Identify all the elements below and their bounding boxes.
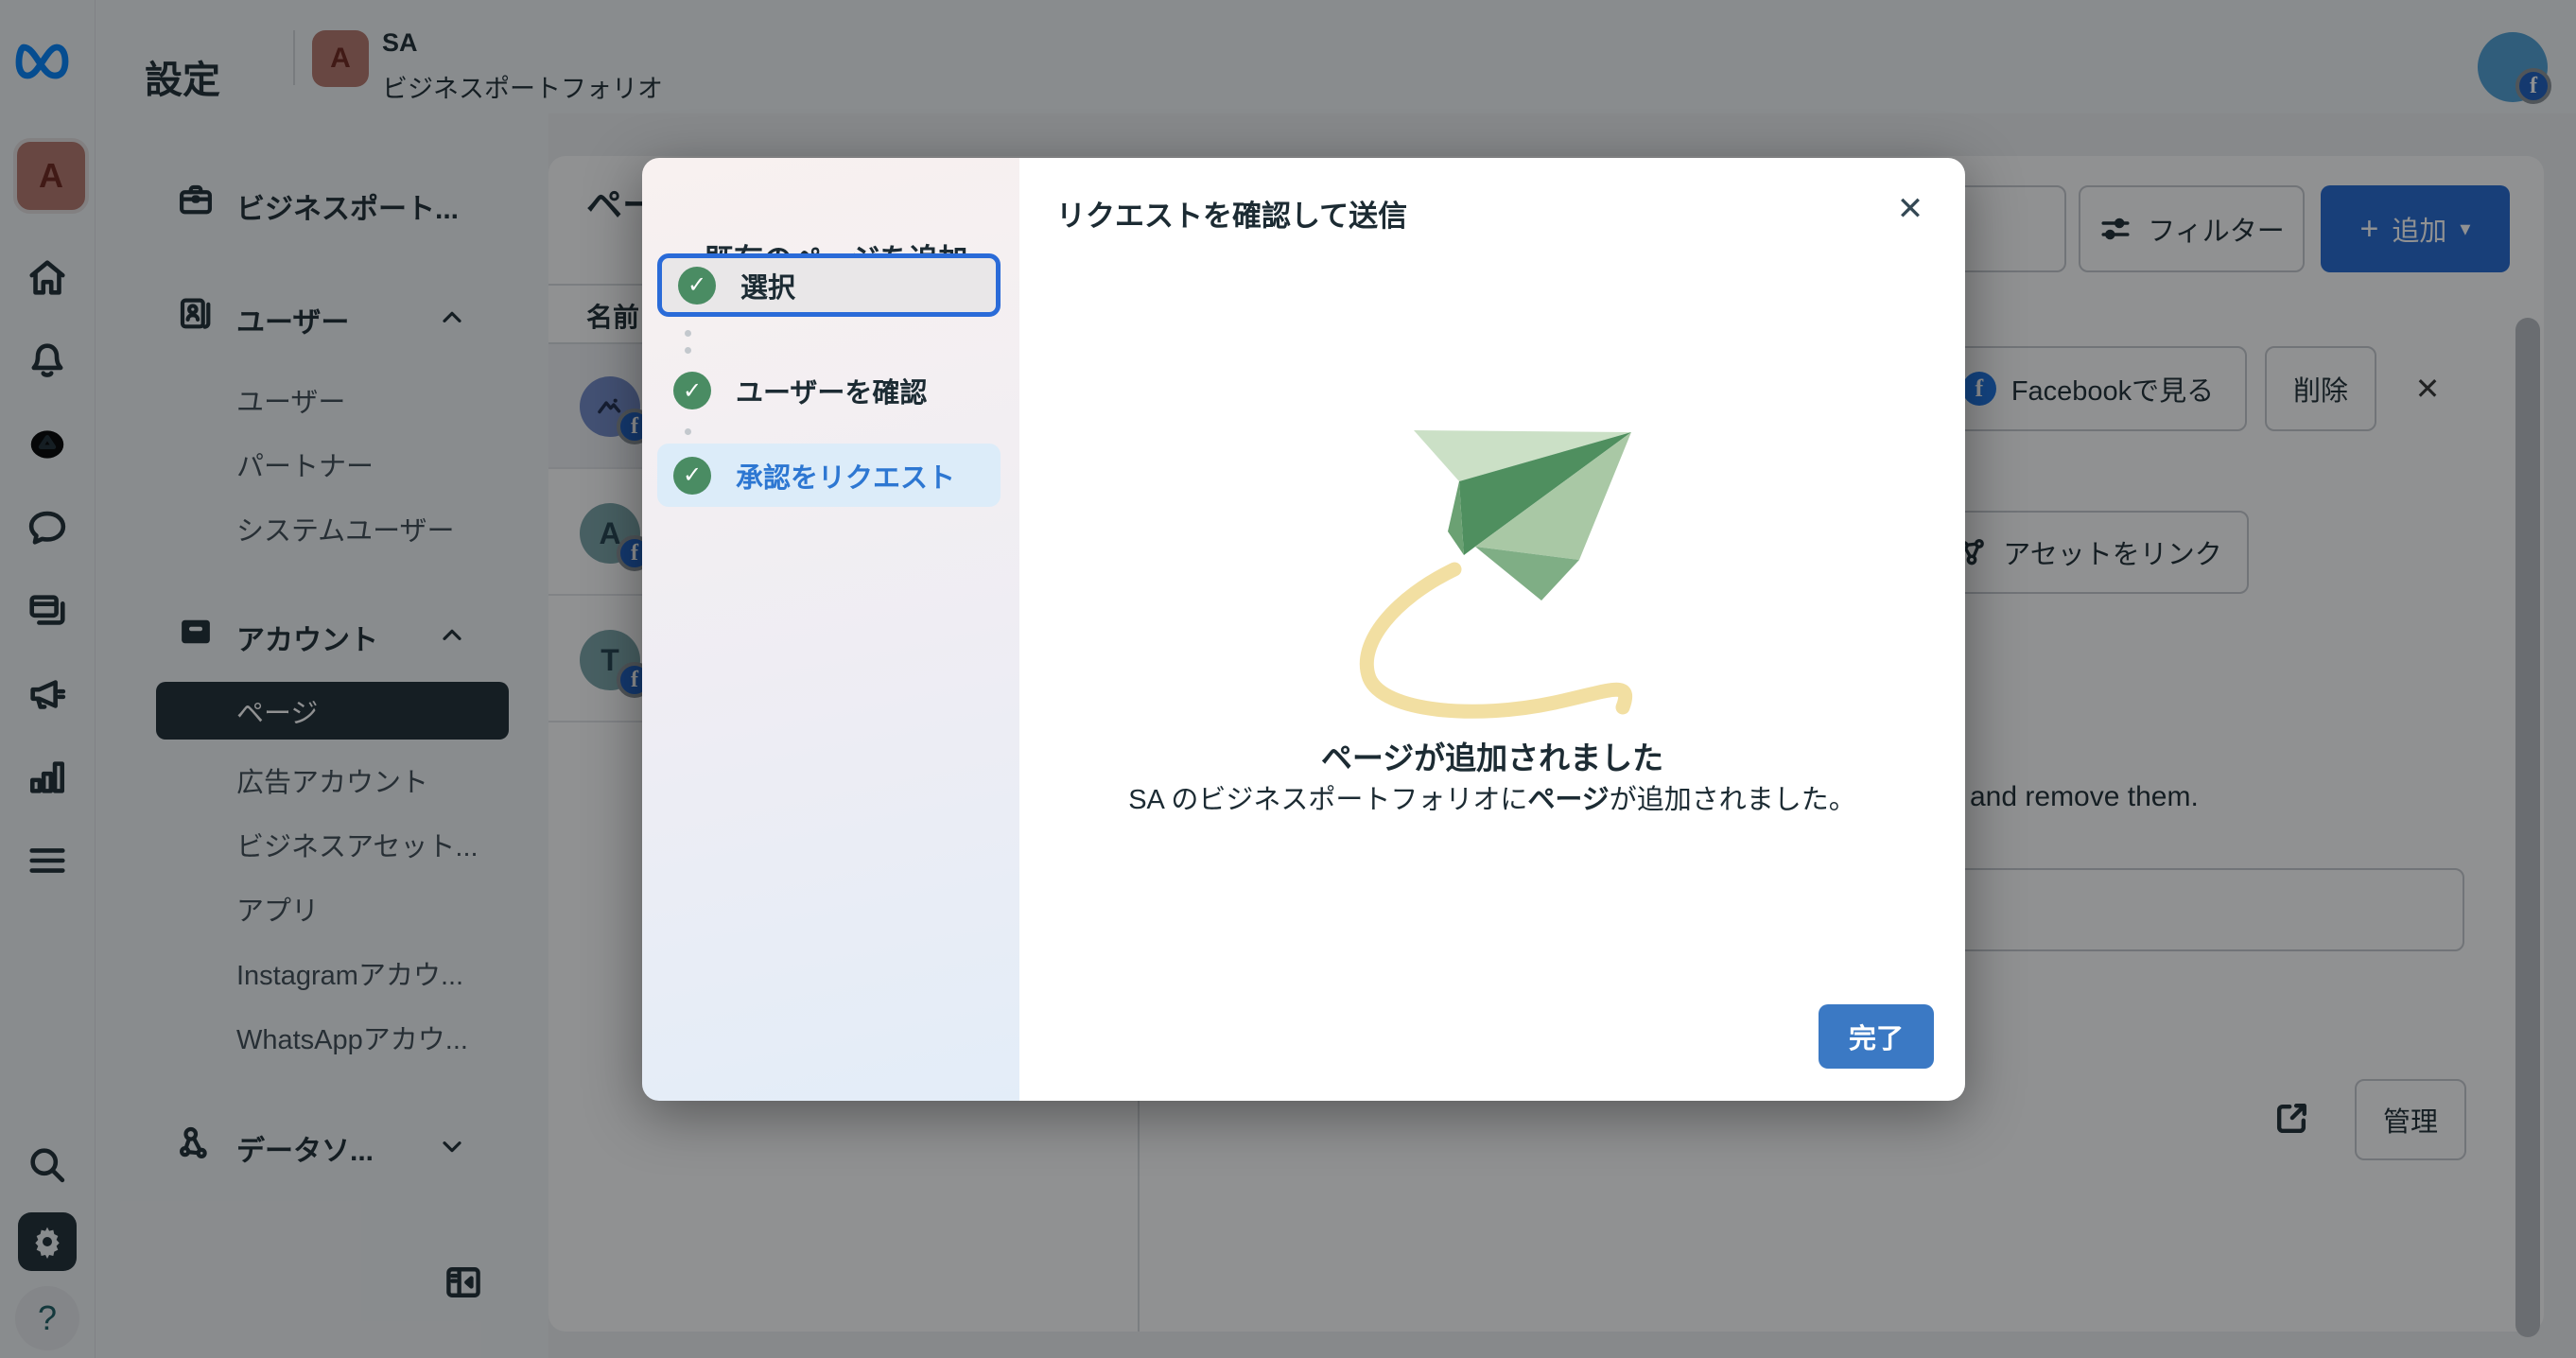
success-suffix: が追加されました。 — [1610, 785, 1856, 815]
success-subtext: SA のビジネスポートフォリオにページが追加されました。 — [1019, 777, 1965, 817]
check-glyph: ✓ — [688, 271, 706, 299]
modal-title: リクエストを確認して送信 — [1056, 192, 1407, 235]
done-button[interactable]: 完了 — [1819, 1004, 1934, 1069]
check-glyph: ✓ — [683, 461, 702, 489]
close-glyph: ✕ — [1897, 190, 1924, 228]
step-check-icon: ✓ — [673, 457, 711, 495]
modal-steps-panel: 既存のページを追加 ✓ 選択 ✓ ユーザーを確認 ✓ — [642, 158, 1019, 1101]
modal-body: リクエストを確認して送信 ✕ ページが追加されました SA のビジネスポートフォ… — [1019, 158, 1965, 1101]
success-bold: ページ — [1527, 785, 1609, 815]
app-window: 設定 A SA ビジネスポートフォリオ f A — [0, 0, 2576, 1358]
step-label: 選択 — [740, 266, 795, 305]
step-label: ユーザーを確認 — [736, 371, 927, 410]
success-prefix: SA のビジネスポートフォリオに — [1128, 785, 1527, 815]
step-label: 承認をリクエスト — [736, 456, 955, 496]
step-check-icon: ✓ — [678, 267, 716, 305]
success-heading: ページが追加されました — [1019, 733, 1965, 778]
step-select[interactable]: ✓ 選択 — [657, 253, 1001, 317]
step-check-icon: ✓ — [673, 372, 711, 409]
step-confirm-users[interactable]: ✓ ユーザーを確認 — [657, 364, 1001, 417]
step-request-approval[interactable]: ✓ 承認をリクエスト — [657, 444, 1001, 507]
paper-plane-illustration — [1341, 407, 1644, 728]
done-label: 完了 — [1849, 1017, 1904, 1056]
modal-close-icon[interactable]: ✕ — [1886, 184, 1935, 234]
check-glyph: ✓ — [683, 377, 702, 405]
add-page-modal: 既存のページを追加 ✓ 選択 ✓ ユーザーを確認 ✓ — [642, 158, 1965, 1101]
